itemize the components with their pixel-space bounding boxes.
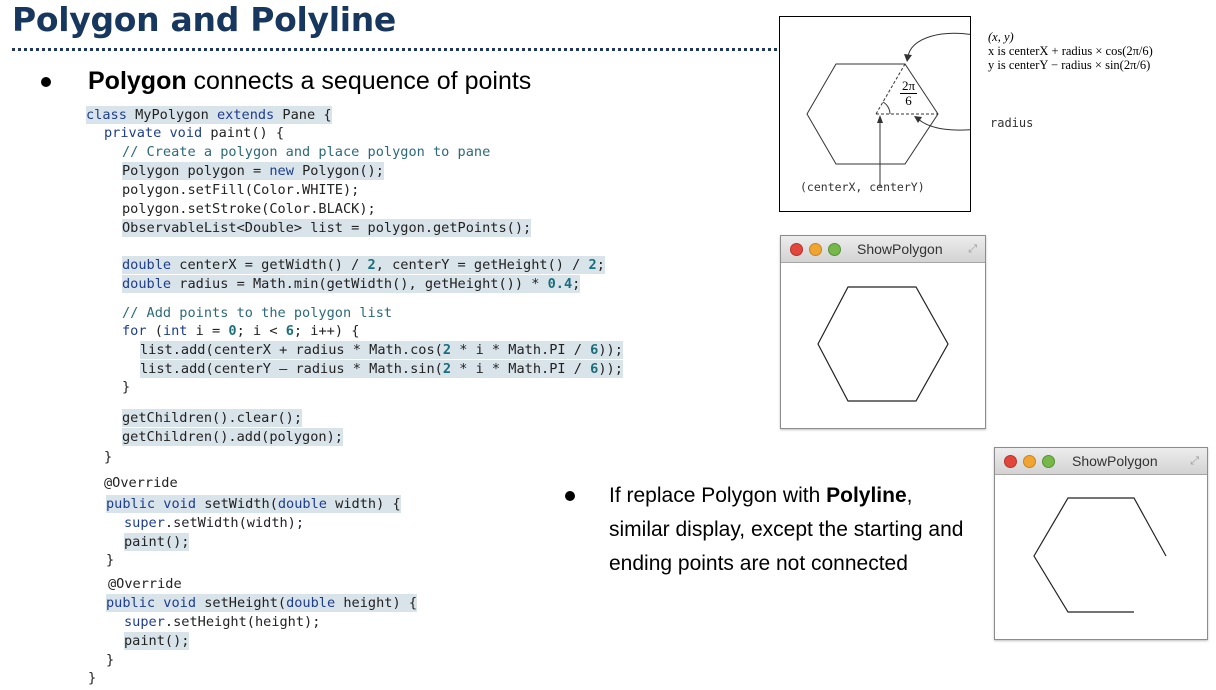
code-line: public void setHeight(double height) { xyxy=(106,594,418,612)
code-line: // Create a polygon and place polygon to… xyxy=(122,144,491,160)
showpolyline-window: ShowPolygon ⤢ xyxy=(994,447,1208,640)
code-line: private void paint() { xyxy=(104,125,285,141)
window-titlebar: ShowPolygon ⤢ xyxy=(781,236,985,263)
code-line: ObservableList<Double> list = polygon.ge… xyxy=(122,219,532,237)
polyline-note: If replace Polygon with Polyline, simila… xyxy=(609,479,969,581)
angle-label: 2π 6 xyxy=(900,78,918,108)
close-icon[interactable] xyxy=(1004,455,1017,468)
code-line: } xyxy=(122,379,131,395)
fullscreen-icon[interactable]: ⤢ xyxy=(968,243,977,256)
minimize-icon[interactable] xyxy=(1023,455,1036,468)
hexagon-polygon xyxy=(817,286,949,402)
code-line: for (int i = 0; i < 6; i++) { xyxy=(122,323,360,339)
code-line: getChildren().clear(); xyxy=(122,409,303,427)
hexagon-polyline xyxy=(1033,497,1167,613)
code-line: super.setWidth(width); xyxy=(124,515,305,531)
showpolygon-window: ShowPolygon ⤢ xyxy=(780,235,986,429)
code-line: } xyxy=(106,652,115,668)
zoom-icon[interactable] xyxy=(828,243,841,256)
radius-label: radius xyxy=(990,116,1034,130)
code-line: @Override xyxy=(108,576,182,592)
note-prefix: If replace Polygon with xyxy=(609,484,827,507)
code-line: @Override xyxy=(104,475,178,491)
polygon-term: Polygon xyxy=(88,67,187,95)
center-label: (centerX, centerY) xyxy=(800,180,925,194)
polygon-description: connects a sequence of points xyxy=(186,67,532,95)
zoom-icon[interactable] xyxy=(1042,455,1055,468)
bullet-polygon: Polygon connects a sequence of points xyxy=(88,67,531,96)
window-title: ShowPolygon xyxy=(857,241,943,257)
code-line: super.setHeight(height); xyxy=(124,614,321,630)
code-line: list.add(centerX + radius * Math.cos(2 *… xyxy=(140,341,623,359)
coordinate-formula: (x, y) x is centerX + radius × cos(2π/6)… xyxy=(988,30,1153,72)
code-line: polygon.setStroke(Color.BLACK); xyxy=(122,201,376,217)
polyline-term: Polyline xyxy=(826,484,907,507)
code-line: } xyxy=(106,552,115,568)
code-line: } xyxy=(104,449,113,465)
code-line: paint(); xyxy=(124,533,190,551)
window-titlebar: ShowPolygon ⤢ xyxy=(995,448,1207,475)
code-line: Polygon polygon = new Polygon(); xyxy=(122,162,384,180)
code-line: } xyxy=(88,670,97,686)
code-line: list.add(centerY – radius * Math.sin(2 *… xyxy=(140,360,623,378)
fullscreen-icon[interactable]: ⤢ xyxy=(1190,455,1199,468)
code-line: double centerX = getWidth() / 2, centerY… xyxy=(122,256,605,274)
slide-title: Polygon and Polyline xyxy=(12,0,397,39)
code-line: getChildren().add(polygon); xyxy=(122,428,343,446)
code-line: double radius = Math.min(getWidth(), get… xyxy=(122,275,581,293)
title-divider xyxy=(12,48,777,51)
close-icon[interactable] xyxy=(790,243,803,256)
polyline-canvas xyxy=(1033,497,1167,613)
window-title: ShowPolygon xyxy=(1072,453,1158,469)
minimize-icon[interactable] xyxy=(809,243,822,256)
bullet-dot xyxy=(41,77,51,87)
code-line: public void setWidth(double width) { xyxy=(106,495,401,513)
bullet-dot xyxy=(565,491,575,501)
code-line: polygon.setFill(Color.WHITE); xyxy=(122,182,360,198)
code-line: paint(); xyxy=(124,632,190,650)
code-line: // Add points to the polygon list xyxy=(122,305,393,321)
code-line: class MyPolygon extends Pane { xyxy=(86,106,332,124)
polygon-canvas xyxy=(817,286,949,402)
